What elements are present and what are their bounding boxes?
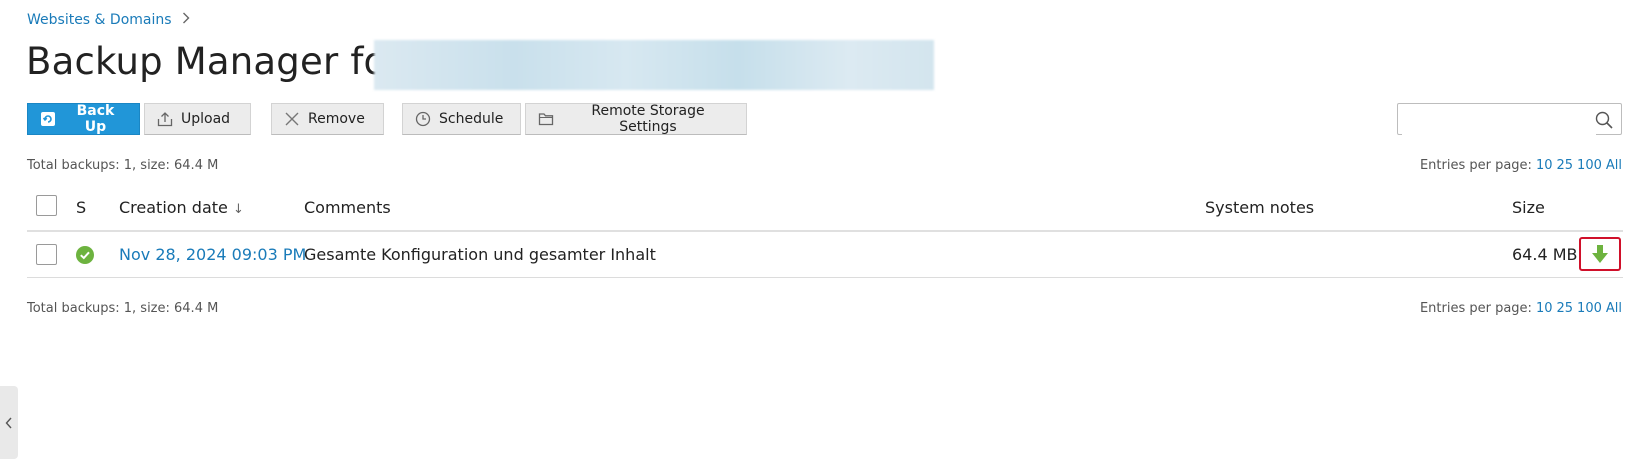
entries-per-page-all-bottom[interactable]: All: [1606, 301, 1622, 316]
chevron-left-icon: [5, 417, 12, 428]
column-header-size[interactable]: Size: [1512, 198, 1545, 217]
remove-button-label: Remove: [308, 111, 365, 127]
download-backup-button[interactable]: [1579, 237, 1621, 271]
upload-button[interactable]: Upload: [144, 103, 251, 135]
backup-comment: Gesamte Konfiguration und gesamter Inhal…: [304, 245, 656, 264]
backup-size: 64.4 MB: [1512, 245, 1578, 264]
backup-creation-date-link[interactable]: Nov 28, 2024 09:03 PM: [119, 245, 306, 264]
select-all-checkbox[interactable]: [36, 195, 57, 216]
entries-per-page-25-bottom[interactable]: 25: [1557, 301, 1574, 316]
column-header-status[interactable]: S: [76, 198, 86, 217]
search-box: [1397, 103, 1622, 135]
column-header-creation-date[interactable]: Creation date ↓: [119, 198, 244, 217]
total-backups-summary-bottom: Total backups: 1, size: 64.4 M: [27, 301, 219, 316]
schedule-button[interactable]: Schedule: [402, 103, 521, 135]
upload-icon: [157, 111, 173, 127]
column-header-creation-date-label: Creation date: [119, 198, 228, 217]
table-header: S Creation date ↓ Comments System notes …: [27, 188, 1623, 232]
chevron-right-icon: [182, 12, 190, 28]
entries-per-page-10[interactable]: 10: [1536, 158, 1553, 173]
folder-icon: [538, 111, 554, 127]
redacted-domain-name: [374, 40, 934, 90]
remove-button[interactable]: Remove: [271, 103, 384, 135]
backup-icon: [40, 111, 56, 127]
row-checkbox[interactable]: [36, 244, 57, 265]
column-header-system-notes[interactable]: System notes: [1205, 198, 1314, 217]
remote-storage-settings-button[interactable]: Remote Storage Settings: [525, 103, 747, 135]
page-title: Backup Manager for: [26, 40, 402, 83]
upload-button-label: Upload: [181, 111, 231, 127]
backups-table: S Creation date ↓ Comments System notes …: [27, 188, 1623, 278]
backup-button[interactable]: Back Up: [27, 103, 140, 135]
column-header-comments[interactable]: Comments: [304, 198, 391, 217]
table-row: Nov 28, 2024 09:03 PM Gesamte Konfigurat…: [27, 232, 1623, 278]
search-input[interactable]: [1402, 105, 1596, 135]
download-arrow-icon: [1592, 245, 1608, 263]
breadcrumb-link-websites-domains[interactable]: Websites & Domains: [27, 12, 172, 28]
entries-per-page-all[interactable]: All: [1606, 158, 1622, 173]
entries-per-page-100[interactable]: 100: [1577, 158, 1602, 173]
total-backups-summary: Total backups: 1, size: 64.4 M: [27, 158, 219, 173]
entries-per-page-100-bottom[interactable]: 100: [1577, 301, 1602, 316]
entries-per-page-label-bottom: Entries per page:: [1419, 301, 1532, 316]
search-icon[interactable]: [1594, 110, 1614, 130]
check-circle-icon: [76, 246, 94, 268]
schedule-button-label: Schedule: [439, 111, 504, 127]
breadcrumb: Websites & Domains: [27, 12, 190, 28]
entries-per-page-bottom: Entries per page: 10 25 100 All: [1420, 301, 1622, 316]
entries-per-page: Entries per page: 10 25 100 All: [1420, 158, 1622, 173]
remote-storage-settings-label: Remote Storage Settings: [591, 103, 705, 135]
close-icon: [284, 111, 300, 127]
entries-per-page-10-bottom[interactable]: 10: [1536, 301, 1553, 316]
sidebar-collapse-tab[interactable]: [0, 386, 18, 459]
entries-per-page-25[interactable]: 25: [1557, 158, 1574, 173]
entries-per-page-label: Entries per page:: [1419, 158, 1532, 173]
backup-button-label: Back Up: [76, 103, 115, 135]
clock-icon: [415, 111, 431, 127]
sort-descending-icon: ↓: [232, 202, 244, 217]
